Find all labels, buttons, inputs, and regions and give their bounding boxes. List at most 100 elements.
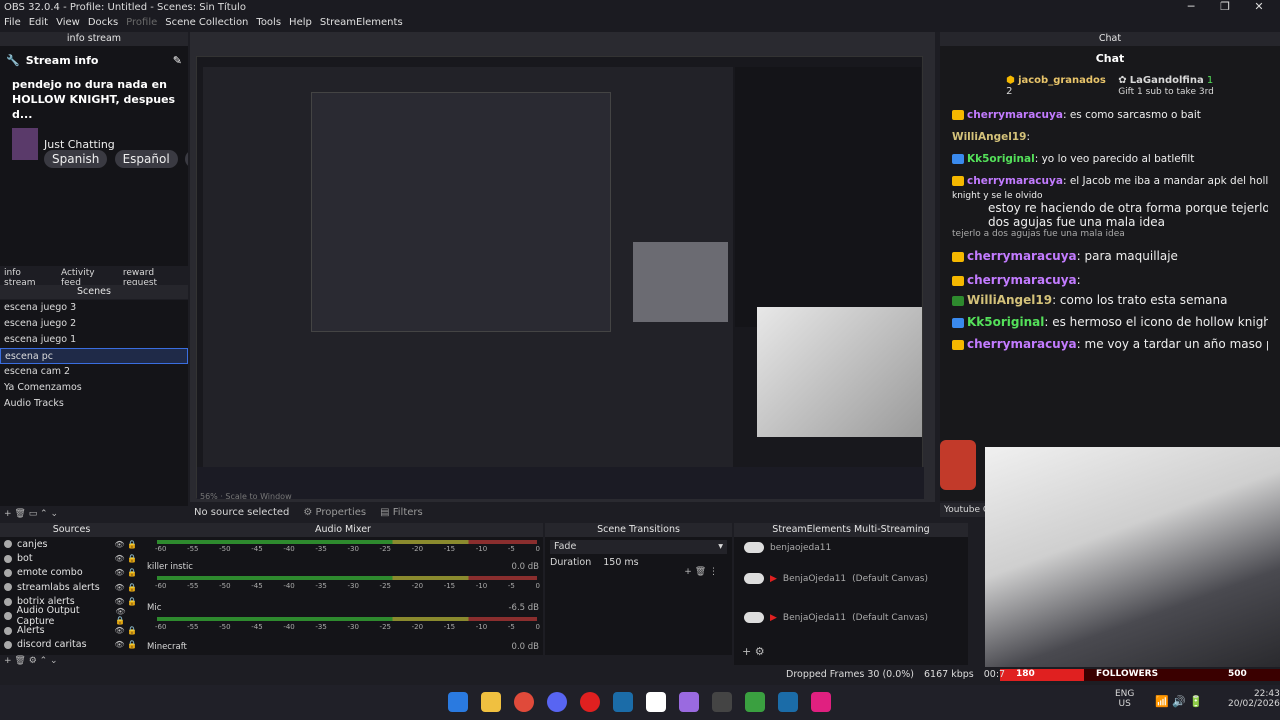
- app-icon[interactable]: [745, 692, 765, 712]
- discord-icon[interactable]: [547, 692, 567, 712]
- language-indicator[interactable]: ENG US: [1115, 689, 1134, 709]
- tab-info-stream[interactable]: info stream: [4, 268, 53, 288]
- source-item[interactable]: emote combo 👁 🔒: [0, 566, 143, 580]
- start-icon[interactable]: [448, 692, 468, 712]
- source-type-icon: [4, 540, 12, 549]
- scene-item[interactable]: Ya Comenzamos: [0, 380, 188, 396]
- transition-buttons[interactable]: + 🗑 ⋮: [684, 567, 718, 577]
- scene-item[interactable]: escena juego 1: [0, 332, 188, 348]
- app-icon[interactable]: [712, 692, 732, 712]
- properties-button[interactable]: ⚙ Properties: [303, 507, 366, 518]
- multistream-header: StreamElements Multi-Streaming: [734, 523, 968, 537]
- nested-chat: [735, 67, 921, 327]
- chat-message: cherrymaracuya: me voy a tardar un año m…: [952, 337, 1268, 359]
- meter-bar: [157, 576, 537, 580]
- scene-item-selected[interactable]: escena pc: [0, 348, 188, 364]
- steam-icon[interactable]: [613, 692, 633, 712]
- visibility-icon[interactable]: 👁 🔒: [114, 583, 137, 592]
- obs-icon[interactable]: [580, 692, 600, 712]
- menu-profile[interactable]: Profile: [126, 17, 157, 32]
- visibility-icon[interactable]: 👁 🔒: [114, 554, 137, 563]
- visibility-icon[interactable]: 👁 🔒: [114, 597, 137, 606]
- followers-goal: 500: [1228, 669, 1247, 679]
- visibility-icon[interactable]: 👁 🔒: [114, 568, 137, 577]
- visibility-icon[interactable]: 👁 🔒: [115, 607, 137, 625]
- source-type-icon: [4, 640, 12, 649]
- chat-overlay-line: estoy re haciendo de otra forma porque t…: [988, 201, 1268, 215]
- no-source-label: No source selected: [194, 506, 290, 518]
- toggle-switch[interactable]: [744, 542, 764, 553]
- gift-icon: ✿: [1118, 75, 1127, 86]
- filters-button[interactable]: ▤ Filters: [380, 507, 423, 518]
- chat-message: cherrymaracuya: es como sarcasmo o bait: [952, 109, 1268, 131]
- scene-item[interactable]: escena juego 2: [0, 316, 188, 332]
- steam-icon[interactable]: [778, 692, 798, 712]
- window-title: OBS 32.0.4 - Profile: Untitled - Scenes:…: [0, 0, 1280, 17]
- app-icon[interactable]: [811, 692, 831, 712]
- toggle-switch[interactable]: [744, 612, 764, 623]
- add-destination-button[interactable]: + ⚙: [742, 645, 765, 658]
- scene-item[interactable]: Audio Tracks: [0, 396, 188, 412]
- edit-icon[interactable]: ✎: [173, 54, 182, 67]
- source-add-button[interactable]: + 🗑 ⚙ ⌃ ⌄: [4, 656, 58, 666]
- app-icon[interactable]: [679, 692, 699, 712]
- chat-dock-header: Chat: [940, 32, 1280, 46]
- scene-transitions: Fade ▾ Duration 150 ms + 🗑 ⋮: [545, 537, 732, 655]
- source-item[interactable]: canjes 👁 🔒: [0, 537, 143, 551]
- menu-file[interactable]: File: [4, 17, 21, 32]
- duration-label: Duration: [550, 557, 592, 568]
- nested-webcam-large: [757, 307, 922, 437]
- source-item[interactable]: discord caritas 👁 🔒: [0, 638, 143, 652]
- visibility-icon[interactable]: 👁 🔒: [114, 640, 137, 649]
- tag-spanish: Spanish: [44, 150, 108, 168]
- tray-icons[interactable]: 📶 🔊 🔋: [1155, 695, 1203, 708]
- menu-edit[interactable]: Edit: [29, 17, 48, 32]
- chat-title: Chat: [1095, 52, 1125, 65]
- mixer-channel: killer instic 0.0 dB: [147, 562, 539, 572]
- mascot-sticker: [940, 440, 976, 490]
- scene-item[interactable]: escena juego 3: [0, 300, 188, 316]
- transition-select[interactable]: Fade ▾: [550, 540, 727, 554]
- menu-tools[interactable]: Tools: [256, 17, 281, 32]
- source-type-icon: [4, 568, 12, 577]
- scenes-header: Scenes: [0, 285, 188, 299]
- multistream-row: ▶ BenjaOjeda11 (Default Canvas): [744, 573, 928, 584]
- followers-label: FOLLOWERS: [1096, 669, 1159, 679]
- chat-message: WilliAngel19:: [952, 131, 1030, 143]
- scale-mode[interactable]: Scale to Window: [225, 492, 291, 501]
- minimize-button[interactable]: ─: [1176, 0, 1206, 17]
- tab-reward-request[interactable]: reward request: [123, 268, 188, 288]
- tab-activity-feed[interactable]: Activity feed: [61, 268, 115, 288]
- taskbar: ENG US 📶 🔊 🔋 22:43 20/02/2026: [0, 685, 1280, 720]
- scene-item[interactable]: escena cam 2: [0, 364, 188, 380]
- notion-icon[interactable]: [646, 692, 666, 712]
- mixer-header: Audio Mixer: [143, 523, 543, 537]
- folder-icon[interactable]: [481, 692, 501, 712]
- preview-area[interactable]: [190, 32, 935, 502]
- meter-scale: -60 -55 -50 -45 -40 -35 -30 -25 -20 -15 -10 -5 0: [155, 582, 540, 590]
- menu-docks[interactable]: Docks: [88, 17, 118, 32]
- preview-canvas: [196, 56, 924, 499]
- duration-input[interactable]: 150 ms: [603, 557, 638, 568]
- menu-view[interactable]: View: [56, 17, 80, 32]
- source-item[interactable]: Audio Output Capture 👁 🔒: [0, 605, 143, 627]
- menu-scene-collection[interactable]: Scene Collection: [165, 17, 248, 32]
- menu-streamelements[interactable]: StreamElements: [320, 17, 403, 32]
- chat-message: tejerlo a dos agujas fue una mala idea: [952, 229, 1125, 239]
- maximize-button[interactable]: ❐: [1210, 0, 1240, 17]
- toggle-switch[interactable]: [744, 573, 764, 584]
- chrome-icon[interactable]: [514, 692, 534, 712]
- youtube-icon: ▶: [770, 573, 777, 584]
- webcam-overlay: [985, 447, 1280, 667]
- clock[interactable]: 22:43 20/02/2026: [1228, 689, 1280, 709]
- menu-help[interactable]: Help: [289, 17, 312, 32]
- close-button[interactable]: ✕: [1244, 0, 1274, 17]
- crown-icon: ⬢: [1006, 75, 1015, 86]
- meter-scale: -60 -55 -50 -45 -40 -35 -30 -25 -20 -15 -10 -5 0: [155, 545, 540, 553]
- visibility-icon[interactable]: 👁 🔒: [114, 626, 137, 635]
- source-item[interactable]: streamlabs alerts 👁 🔒: [0, 580, 143, 594]
- taskbar-apps: [448, 692, 831, 712]
- scene-add-button[interactable]: + 🗑 ▭ ⌃ ⌄: [4, 509, 58, 519]
- visibility-icon[interactable]: 👁 🔒: [114, 540, 137, 549]
- source-item[interactable]: bot 👁 🔒: [0, 551, 143, 565]
